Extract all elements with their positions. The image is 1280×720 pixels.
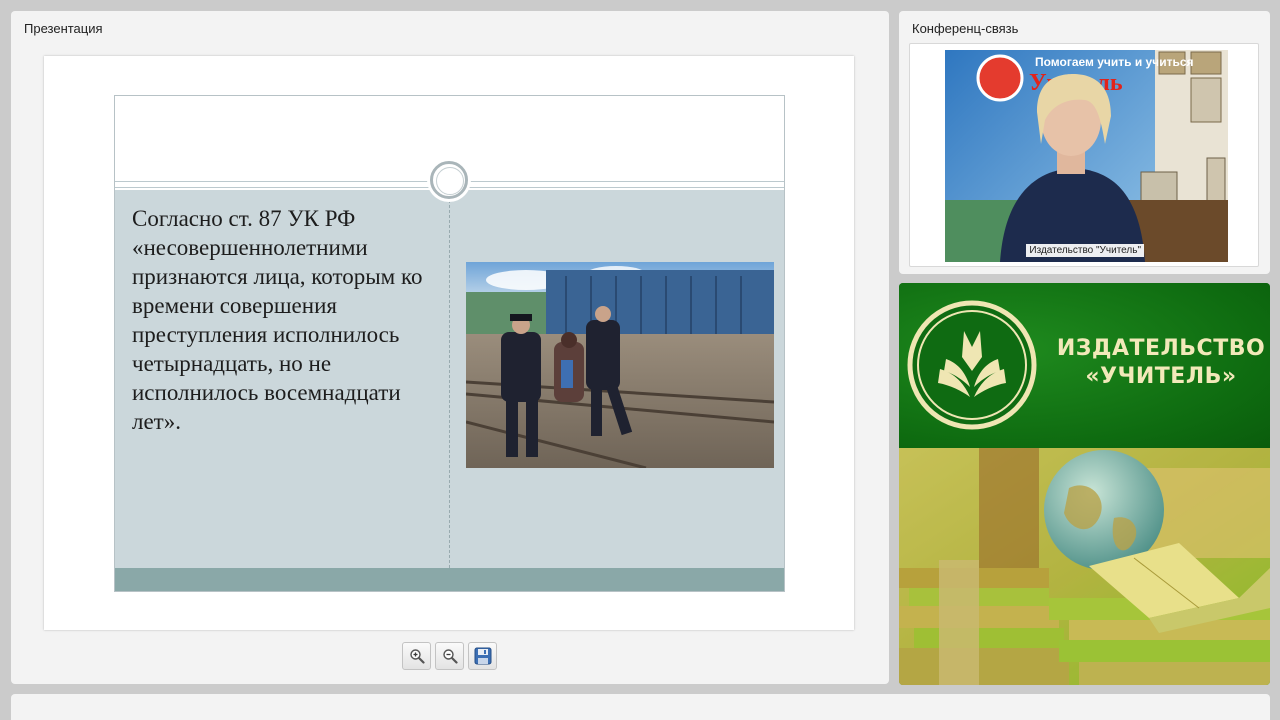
publisher-banner: ИЗДАТЕЛЬСТВО «УЧИТЕЛЬ» xyxy=(899,283,1270,448)
books-globe-icon xyxy=(899,448,1270,685)
presentation-toolbar xyxy=(402,642,497,670)
video-feed[interactable]: Помогаем учить и учиться Учитель Издател… xyxy=(945,50,1228,262)
slide-footer xyxy=(115,568,784,591)
video-caption: Издательство "Учитель" xyxy=(1026,244,1144,257)
publisher-logo-icon xyxy=(907,300,1037,430)
publisher-name: ИЗДАТЕЛЬСТВО «УЧИТЕЛЬ» xyxy=(1056,335,1266,391)
publisher-artwork xyxy=(899,448,1270,685)
save-icon xyxy=(474,647,491,665)
speaker-video-icon: Помогаем учить и учиться Учитель xyxy=(945,50,1228,262)
slide-circle-ornament xyxy=(430,161,468,199)
publisher-panel: ИЗДАТЕЛЬСТВО «УЧИТЕЛЬ» xyxy=(899,283,1270,685)
bottom-bar xyxy=(11,694,1270,720)
slide: Согласно ст. 87 УК РФ «несовершеннолетни… xyxy=(114,95,785,592)
zoom-in-icon xyxy=(409,649,425,664)
police-photo-icon xyxy=(466,262,774,468)
conference-title: Конференц-связь xyxy=(912,21,1019,36)
conference-panel: Конференц-связь Помогаем учить и учиться… xyxy=(899,11,1270,274)
video-frame: Помогаем учить и учиться Учитель Издател… xyxy=(909,43,1259,267)
presentation-title: Презентация xyxy=(24,21,103,36)
slide-viewport: Согласно ст. 87 УК РФ «несовершеннолетни… xyxy=(44,56,854,630)
publisher-name-line1: ИЗДАТЕЛЬСТВО xyxy=(1056,336,1266,361)
presentation-panel: Презентация Согласно ст. 87 УК РФ «несов… xyxy=(11,11,889,684)
slide-photo xyxy=(466,262,774,468)
zoom-in-button[interactable] xyxy=(402,642,431,670)
slide-divider xyxy=(449,190,450,568)
zoom-out-icon xyxy=(442,649,458,664)
zoom-out-button[interactable] xyxy=(435,642,464,670)
svg-text:Помогаем учить и учиться: Помогаем учить и учиться xyxy=(1035,55,1194,69)
publisher-name-line2: «УЧИТЕЛЬ» xyxy=(1085,364,1237,389)
slide-text: Согласно ст. 87 УК РФ «несовершеннолетни… xyxy=(132,206,423,434)
save-button[interactable] xyxy=(468,642,497,670)
